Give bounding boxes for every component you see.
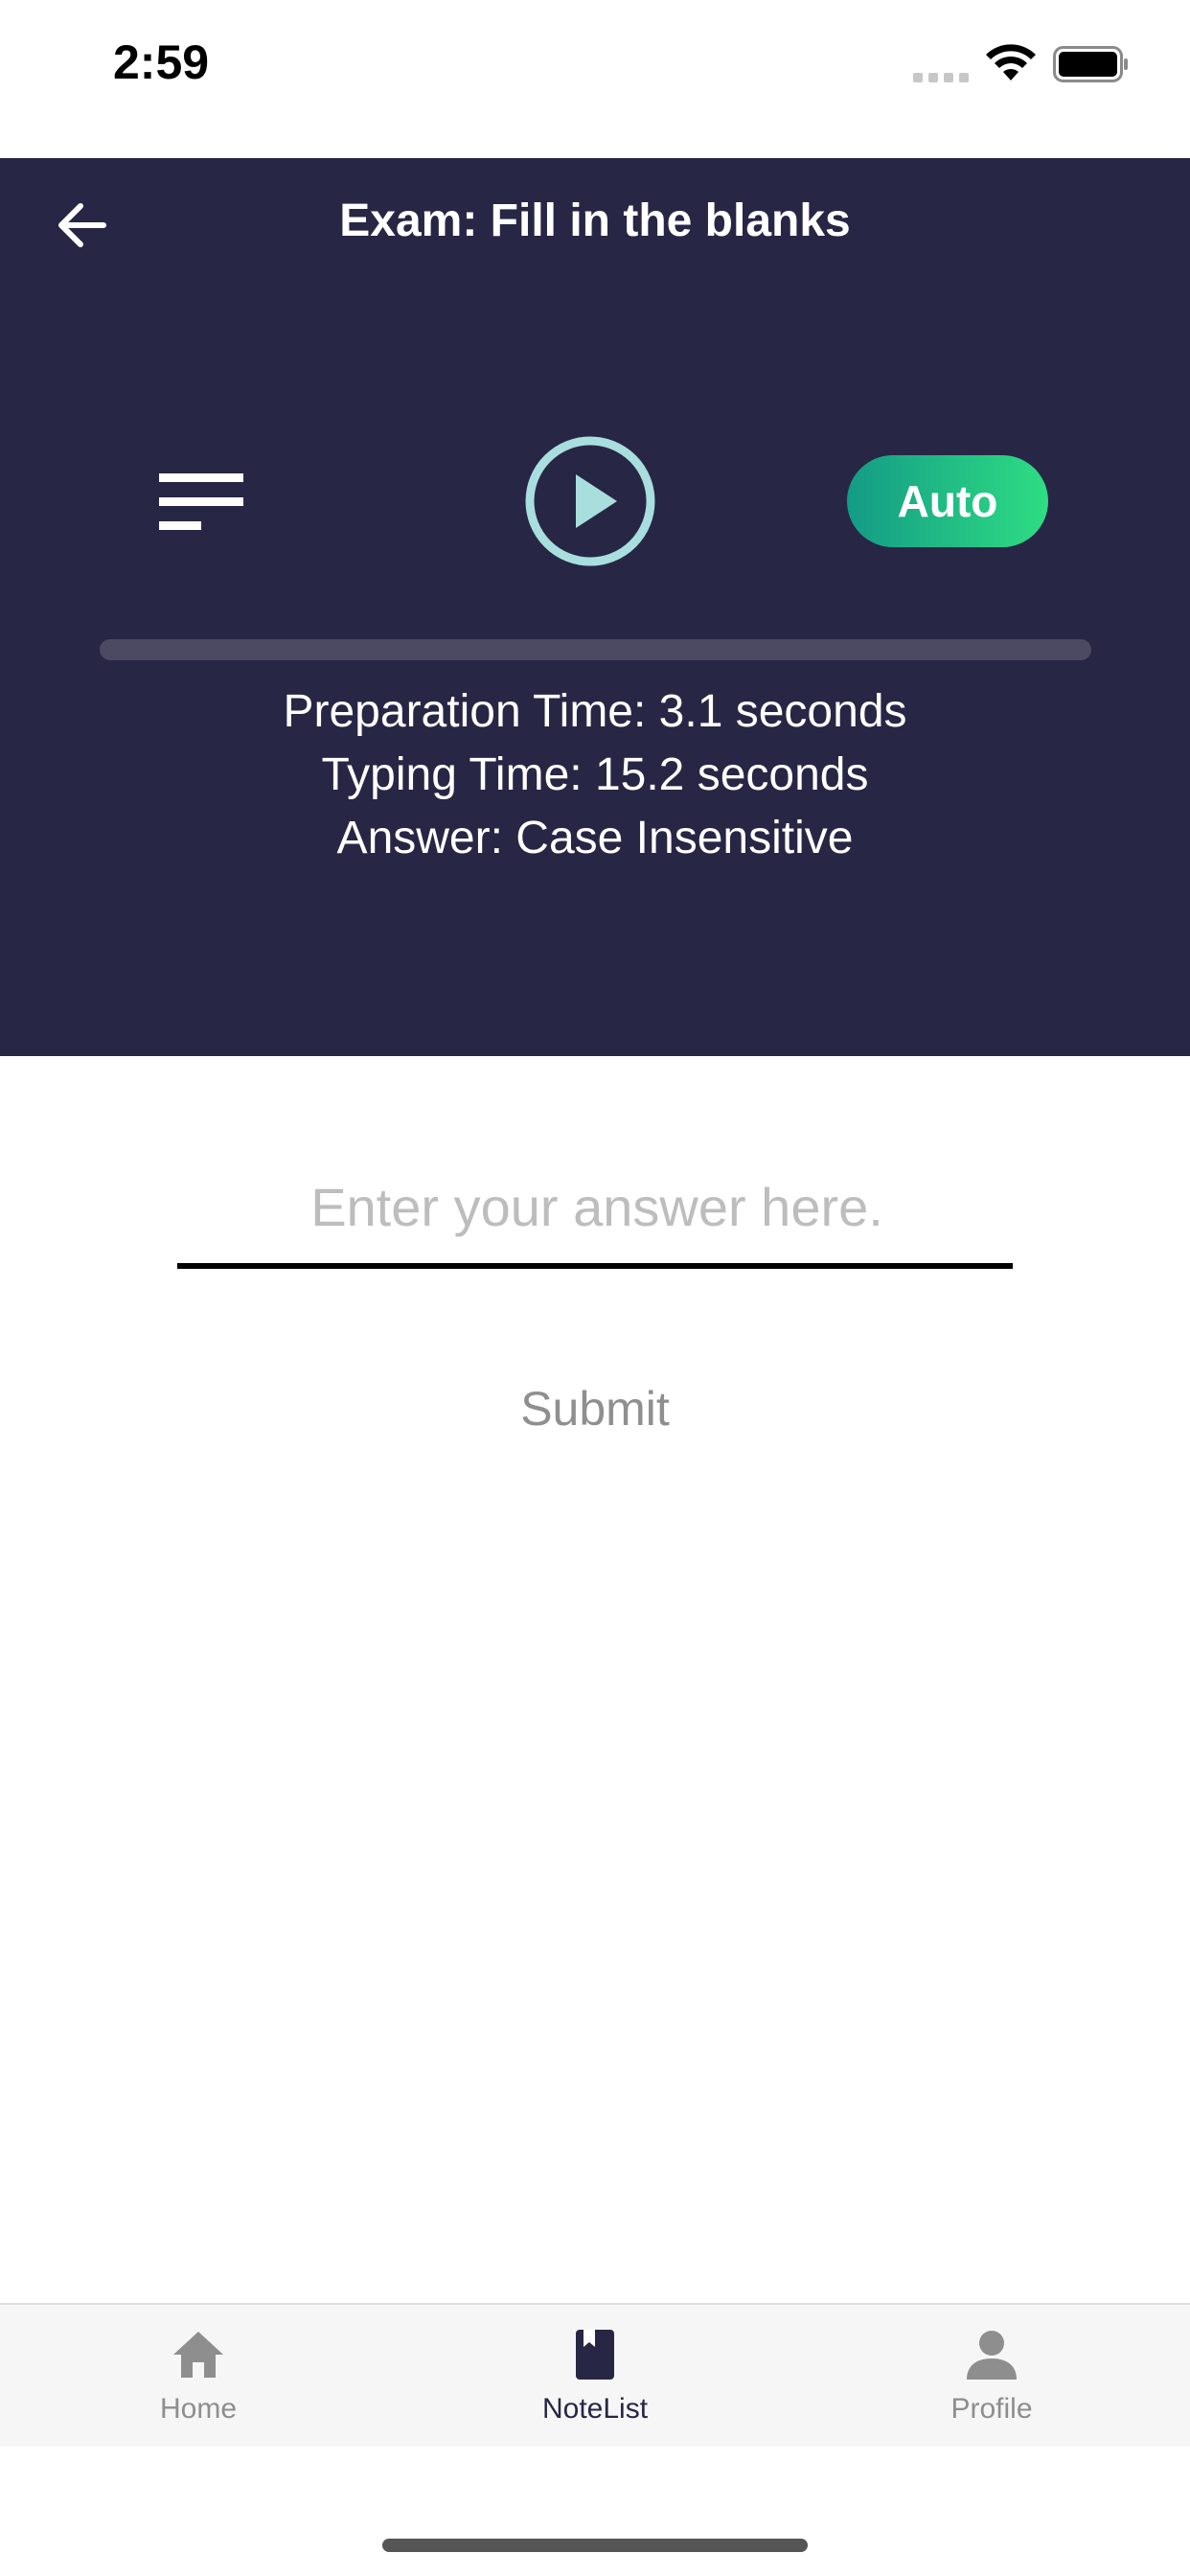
auto-toggle-button[interactable]: Auto [847, 455, 1048, 547]
sort-menu-button[interactable] [153, 460, 249, 546]
exam-info: Preparation Time: 3.1 seconds Typing Tim… [0, 680, 1190, 870]
tab-notelist[interactable]: NoteList [451, 2305, 739, 2447]
answer-underline [177, 1263, 1013, 1269]
bookmark-book-icon [576, 2330, 614, 2380]
exam-header: Exam: Fill in the blanks Auto Preparatio… [0, 158, 1190, 1056]
cellular-signal-icon [913, 73, 969, 82]
tab-bar: Home NoteList Profile [0, 2303, 1190, 2447]
status-time: 2:59 [113, 35, 210, 89]
person-icon [967, 2331, 1017, 2380]
play-button[interactable] [523, 434, 657, 568]
answer-input[interactable] [177, 1158, 1017, 1255]
tab-notelist-label: NoteList [541, 2393, 649, 2425]
answer-mode-text: Answer: Case Insensitive [336, 813, 854, 863]
home-icon [173, 2332, 223, 2378]
exam-screen: 2:59 Exam: Fill in the blanks Auto Prepa… [0, 0, 1190, 2576]
tab-home-label: Home [159, 2393, 238, 2425]
typing-time-text: Typing Time: 15.2 seconds [321, 749, 869, 800]
tab-home[interactable]: Home [55, 2305, 342, 2447]
tab-profile[interactable]: Profile [848, 2305, 1135, 2447]
play-circle-icon [525, 436, 655, 566]
tab-profile-label: Profile [950, 2393, 1033, 2425]
preparation-time-text: Preparation Time: 3.1 seconds [283, 686, 907, 737]
submit-button[interactable]: Submit [451, 1370, 739, 1447]
status-bar: 2:59 [0, 0, 1190, 158]
battery-icon [1053, 46, 1128, 82]
home-indicator [382, 2539, 808, 2552]
page-title: Exam: Fill in the blanks [339, 196, 851, 246]
wifi-icon [986, 44, 1036, 80]
progress-bar [100, 639, 1091, 660]
sort-lines-icon [159, 473, 243, 530]
